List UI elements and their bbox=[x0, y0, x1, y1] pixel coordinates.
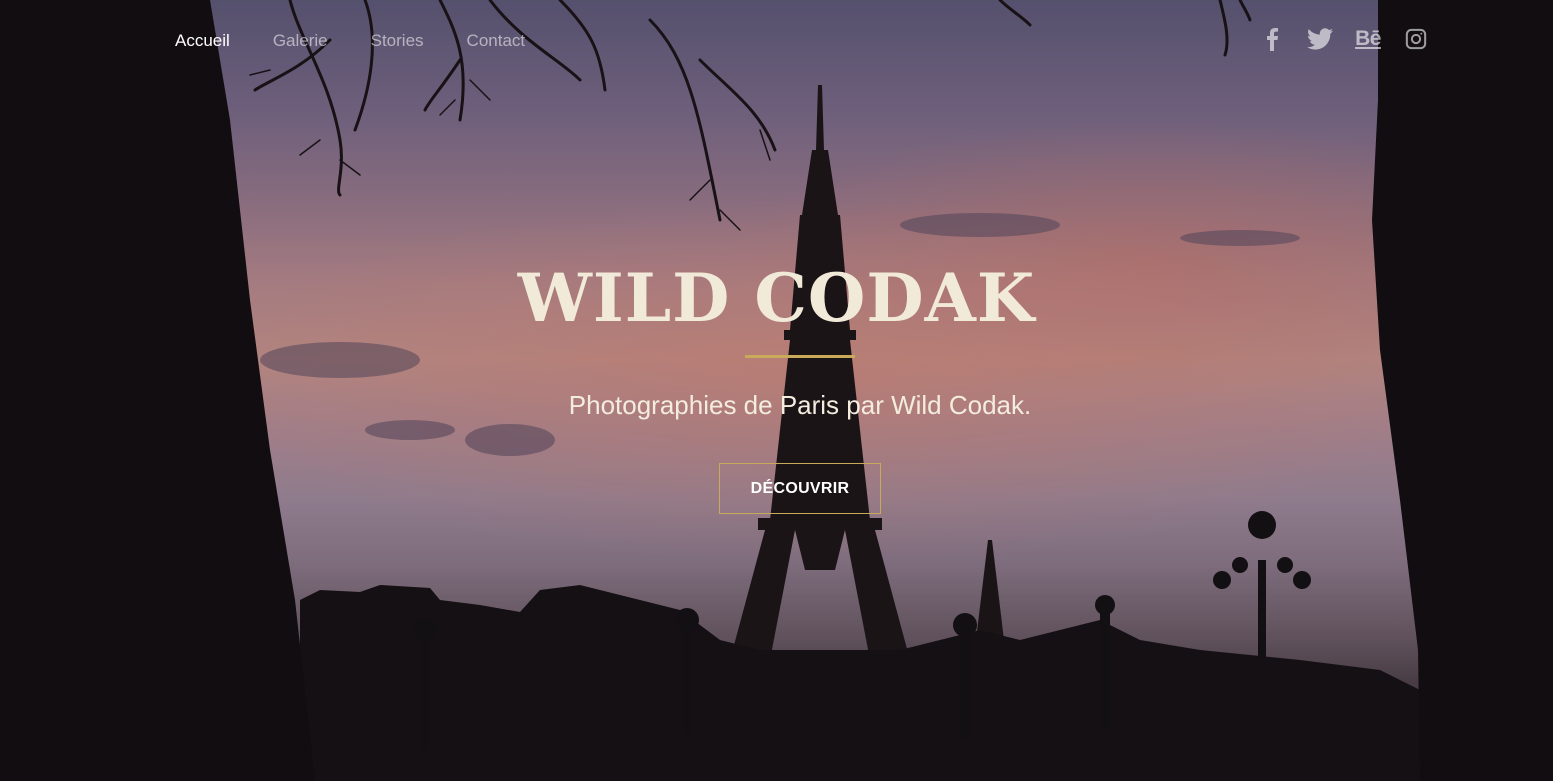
nav-item-stories[interactable]: Stories bbox=[371, 28, 424, 54]
hero-subtitle: Photographies de Paris par Wild Codak. bbox=[568, 390, 1032, 420]
title-divider bbox=[745, 355, 855, 358]
nav-item-galerie[interactable]: Galerie bbox=[273, 28, 328, 54]
main-nav: Accueil Galerie Stories Contact bbox=[175, 28, 568, 54]
nav-item-contact[interactable]: Contact bbox=[467, 28, 526, 54]
nav-item-accueil[interactable]: Accueil bbox=[175, 28, 230, 54]
hero-section: Accueil Galerie Stories Contact Bē WILD … bbox=[0, 0, 1553, 781]
hero-title: WILD CODAK bbox=[517, 259, 1036, 337]
facebook-icon[interactable] bbox=[1257, 24, 1287, 54]
social-links: Bē bbox=[1257, 24, 1431, 54]
behance-icon[interactable]: Bē bbox=[1353, 24, 1383, 54]
twitter-icon[interactable] bbox=[1305, 24, 1335, 54]
discover-button[interactable]: DÉCOUVRIR bbox=[719, 463, 881, 514]
instagram-icon[interactable] bbox=[1401, 24, 1431, 54]
